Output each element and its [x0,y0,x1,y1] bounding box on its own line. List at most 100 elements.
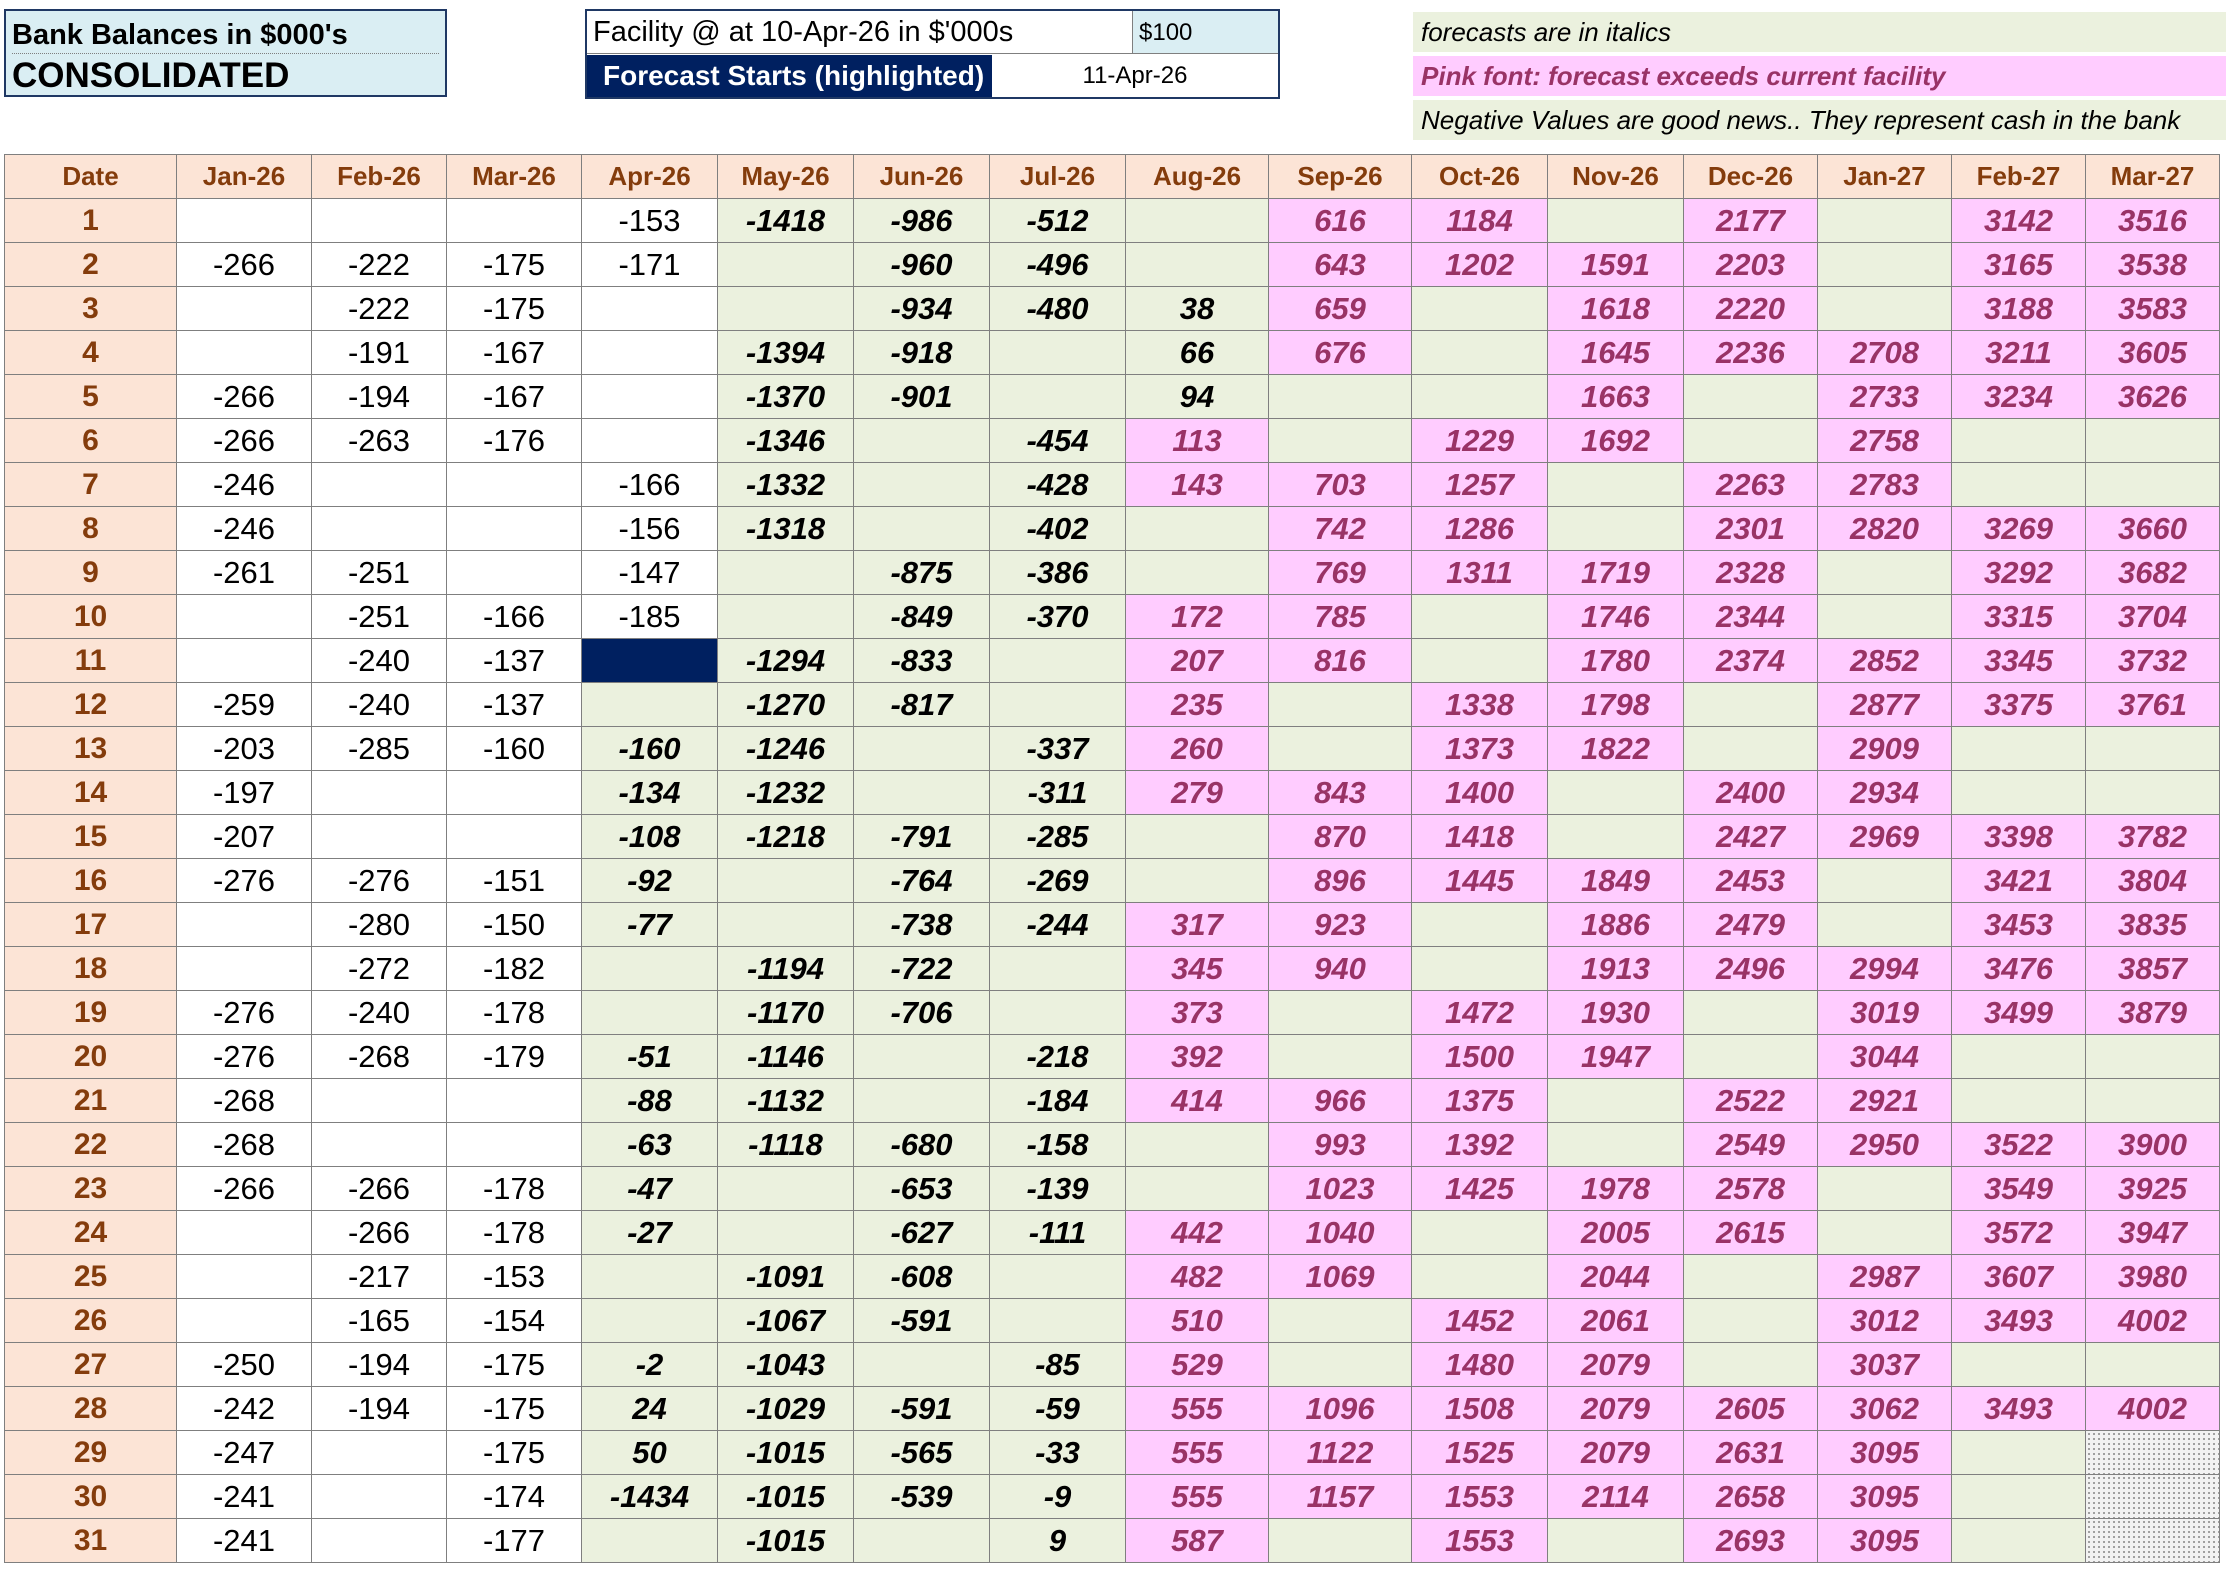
balance-cell[interactable] [2085,1034,2220,1079]
balance-cell[interactable] [311,198,447,243]
balance-cell[interactable]: 3549 [1951,1166,2086,1211]
balance-cell[interactable] [853,1034,990,1079]
row-header-day[interactable]: 30 [4,1474,177,1519]
column-header-month[interactable]: Jan-26 [176,154,312,199]
balance-cell[interactable] [176,1298,312,1343]
row-header-day[interactable]: 28 [4,1386,177,1431]
row-header-day[interactable]: 27 [4,1342,177,1387]
balance-cell[interactable] [311,462,447,507]
balance-cell[interactable]: -261 [176,550,312,595]
row-header-day[interactable]: 2 [4,242,177,287]
balance-cell[interactable]: 2079 [1547,1430,1684,1475]
balance-cell[interactable] [1951,462,2086,507]
row-header-day[interactable]: 7 [4,462,177,507]
balance-cell[interactable] [446,198,582,243]
balance-cell[interactable]: 2578 [1683,1166,1818,1211]
column-header-month[interactable]: Mar-26 [446,154,582,199]
balance-cell[interactable]: -92 [581,858,718,903]
balance-cell[interactable]: 1719 [1547,550,1684,595]
row-header-day[interactable]: 10 [4,594,177,639]
balance-cell[interactable]: 3704 [2085,594,2220,639]
balance-cell[interactable]: 2987 [1817,1254,1952,1299]
balance-cell[interactable] [1125,1122,1269,1167]
balance-cell[interactable]: -901 [853,374,990,419]
balance-cell[interactable]: -176 [446,418,582,463]
balance-cell[interactable]: 1508 [1411,1386,1548,1431]
forecast-start-cell[interactable] [581,638,718,683]
balance-cell[interactable] [176,902,312,947]
row-header-day[interactable]: 14 [4,770,177,815]
row-header-day[interactable]: 8 [4,506,177,551]
row-header-day[interactable]: 5 [4,374,177,419]
balance-cell[interactable]: -63 [581,1122,718,1167]
balance-cell[interactable]: 555 [1125,1474,1269,1519]
balance-cell[interactable]: -167 [446,374,582,419]
balance-cell[interactable] [1125,198,1269,243]
balance-cell[interactable]: -496 [989,242,1126,287]
balance-cell[interactable] [311,1430,447,1475]
balance-cell[interactable]: -817 [853,682,990,727]
row-header-day[interactable]: 18 [4,946,177,991]
balance-cell[interactable] [311,506,447,551]
balance-cell[interactable]: 1692 [1547,418,1684,463]
balance-cell[interactable] [1547,1078,1684,1123]
balance-cell[interactable]: 2852 [1817,638,1952,683]
balance-cell[interactable]: 993 [1268,1122,1412,1167]
balance-cell[interactable]: 2344 [1683,594,1818,639]
balance-cell[interactable]: 3947 [2085,1210,2220,1255]
balance-cell[interactable]: -539 [853,1474,990,1519]
balance-cell[interactable] [2085,770,2220,815]
balance-cell[interactable]: 2921 [1817,1078,1952,1123]
balance-cell[interactable] [1268,374,1412,419]
row-header-day[interactable]: 19 [4,990,177,1035]
balance-cell[interactable] [1125,550,1269,595]
row-header-day[interactable]: 17 [4,902,177,947]
balance-cell[interactable]: 1375 [1411,1078,1548,1123]
balance-cell[interactable]: -1118 [717,1122,854,1167]
balance-cell[interactable]: 643 [1268,242,1412,287]
balance-cell[interactable]: 1338 [1411,682,1548,727]
balance-cell[interactable]: 3538 [2085,242,2220,287]
balance-cell[interactable]: -88 [581,1078,718,1123]
balance-cell[interactable]: 1229 [1411,418,1548,463]
balance-cell[interactable]: -33 [989,1430,1126,1475]
balance-cell[interactable]: -150 [446,902,582,947]
balance-cell[interactable]: 1096 [1268,1386,1412,1431]
balance-cell[interactable] [989,374,1126,419]
balance-cell[interactable]: 3607 [1951,1254,2086,1299]
balance-cell[interactable]: -166 [581,462,718,507]
balance-cell[interactable] [1411,946,1548,991]
balance-cell[interactable] [1411,330,1548,375]
balance-cell[interactable]: 1023 [1268,1166,1412,1211]
balance-cell[interactable]: -197 [176,770,312,815]
balance-cell[interactable]: -1146 [717,1034,854,1079]
balance-cell[interactable] [446,462,582,507]
balance-cell[interactable]: -280 [311,902,447,947]
balance-cell[interactable]: 2820 [1817,506,1952,551]
balance-cell[interactable]: -591 [853,1298,990,1343]
balance-cell[interactable]: 2549 [1683,1122,1818,1167]
balance-cell[interactable]: 3925 [2085,1166,2220,1211]
balance-cell[interactable] [1411,374,1548,419]
row-header-day[interactable]: 21 [4,1078,177,1123]
balance-cell[interactable]: -738 [853,902,990,947]
balance-cell[interactable]: 3453 [1951,902,2086,947]
forecast-start-date[interactable]: 11-Apr-26 [992,55,1278,97]
balance-cell[interactable] [717,594,854,639]
balance-cell[interactable]: 1202 [1411,242,1548,287]
balance-cell[interactable] [2085,1474,2220,1519]
balance-cell[interactable] [311,1518,447,1563]
balance-cell[interactable]: 3493 [1951,1298,2086,1343]
column-header-month[interactable]: Oct-26 [1411,154,1548,199]
balance-cell[interactable]: -1170 [717,990,854,1035]
balance-cell[interactable]: 9 [989,1518,1126,1563]
balance-cell[interactable] [2085,462,2220,507]
balance-cell[interactable]: 3095 [1817,1518,1952,1563]
balance-cell[interactable]: -240 [311,682,447,727]
balance-cell[interactable] [1817,594,1952,639]
balance-cell[interactable] [176,638,312,683]
balance-cell[interactable]: -241 [176,1474,312,1519]
balance-cell[interactable]: 442 [1125,1210,1269,1255]
balance-cell[interactable] [1411,286,1548,331]
balance-cell[interactable]: -1294 [717,638,854,683]
